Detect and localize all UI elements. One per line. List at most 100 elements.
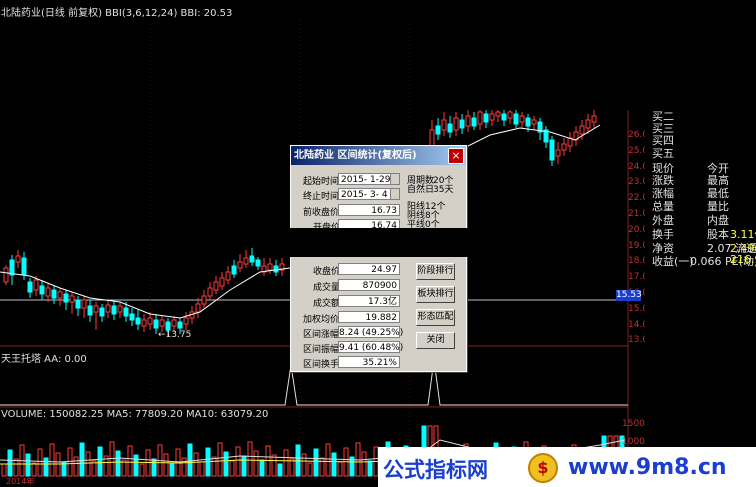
- start-time-input[interactable]: 2015- 1-29: [338, 173, 400, 185]
- volume-bar: [73, 456, 79, 477]
- rise-value: 8.24 (49.25%): [338, 326, 404, 338]
- end-time-input[interactable]: 2015- 3- 4: [338, 188, 400, 200]
- candle-body: [159, 319, 165, 327]
- interval-stats-dialog: 北陆药业 区间统计(复权后) × 起始时间 2015- 1-29 周期数 20个…: [290, 145, 467, 372]
- amplitude-label: 区间振幅: [303, 345, 340, 355]
- candle-body: [117, 305, 123, 313]
- candle-body: [69, 295, 75, 303]
- volume-bar: [43, 457, 49, 477]
- candle-body: [177, 321, 183, 329]
- coin-icon: $: [528, 453, 558, 483]
- volume-bar: [181, 457, 187, 477]
- candle-body: [531, 119, 537, 125]
- candle-body: [549, 139, 555, 161]
- end-time-spinner-icon[interactable]: [390, 189, 399, 199]
- volume-bar: [127, 445, 133, 477]
- volume-title: VOLUME: 150082.25 MA5: 77809.20 MA10: 63…: [1, 409, 269, 420]
- natural-days-value: 35天: [433, 185, 454, 195]
- stage-sort-button[interactable]: 阶段排行: [416, 263, 455, 280]
- watermark-banner: 公式指标网 $ www.9m8.cn: [378, 447, 756, 487]
- chart-title: 北陆药业(日线 前复权) BBI(3,6,12,24) BBI: 20.53: [1, 8, 233, 19]
- candle-body: [51, 289, 57, 299]
- wavg-label: 加权均价: [303, 315, 340, 325]
- start-time-value: 2015- 1-29: [341, 175, 391, 185]
- volume-bar: [247, 441, 253, 477]
- volume-bar: [313, 448, 319, 477]
- candle-body: [9, 259, 15, 276]
- candle-body: [195, 303, 201, 313]
- candle-body: [63, 293, 69, 303]
- candle-body: [561, 143, 567, 151]
- volume-bar: [217, 442, 223, 477]
- close-label: 收盘价: [313, 267, 341, 277]
- dialog-close-button[interactable]: 关闭: [416, 332, 455, 349]
- candle-body: [225, 271, 231, 281]
- volume-bar: [235, 446, 241, 477]
- end-time-label: 终止时间: [303, 192, 340, 202]
- candle-body: [57, 291, 63, 299]
- volume-bar: [223, 451, 229, 477]
- candle-body: [555, 149, 561, 157]
- amplitude-value: 9.41 (60.48%): [338, 341, 404, 353]
- volume-bar: [301, 453, 307, 477]
- volume-bar: [319, 457, 325, 477]
- volume-bar: [7, 449, 13, 477]
- volume-bar: [259, 459, 265, 477]
- candle-body: [33, 279, 39, 291]
- candle-body: [87, 305, 93, 316]
- volume-bar: [307, 462, 313, 477]
- volume-bar: [211, 456, 217, 477]
- candle-body: [141, 319, 147, 327]
- volume-bar: [367, 460, 373, 477]
- candle-body: [525, 117, 531, 127]
- candle-body: [27, 281, 33, 293]
- watermark-text: 公式指标网: [383, 458, 488, 482]
- dialog-title: 北陆药业 区间统计(复权后): [291, 146, 466, 165]
- candle-body: [135, 317, 141, 325]
- candle-body: [483, 113, 489, 123]
- sector-sort-button[interactable]: 板块排行: [416, 286, 455, 303]
- candle-body: [255, 259, 261, 267]
- volume-bar: [193, 452, 199, 477]
- candle-body: [459, 119, 465, 129]
- volume-bar: [331, 452, 337, 477]
- pattern-match-button[interactable]: 形态匹配: [416, 309, 455, 326]
- candle-body: [585, 119, 591, 129]
- amount-label: 成交额: [313, 299, 341, 309]
- candle-body: [273, 265, 279, 273]
- candle-body: [441, 119, 447, 131]
- candle-body: [471, 117, 477, 127]
- current-price-badge: 15.53: [616, 290, 642, 301]
- candle-body: [15, 255, 21, 263]
- start-time-label: 起始时间: [303, 177, 340, 187]
- volume-bar: [169, 462, 175, 477]
- volume-bar: [67, 447, 73, 477]
- candle-body: [231, 265, 237, 275]
- indicator-title: 天王托塔 AA: 0.00: [1, 354, 87, 365]
- volume-bar: [187, 443, 193, 477]
- candle-body: [207, 287, 213, 297]
- volume-bar: [97, 446, 103, 477]
- dialog-close-icon[interactable]: ×: [448, 148, 464, 164]
- volume-bar: [265, 445, 271, 477]
- volume-bar: [49, 443, 55, 477]
- volume-bar: [145, 449, 151, 477]
- quote-value: 216.9: [730, 253, 756, 266]
- rise-label: 区间涨幅: [303, 330, 340, 340]
- start-time-spinner-icon[interactable]: [390, 174, 399, 184]
- low-price-annotation: ←13.75: [158, 330, 192, 340]
- candle-body: [93, 305, 99, 313]
- candle-body: [171, 319, 177, 327]
- candle-body: [213, 281, 219, 291]
- candle-body: [99, 307, 105, 317]
- end-time-value: 2015- 3- 4: [341, 190, 388, 200]
- candle-body: [507, 111, 513, 119]
- volume-bar: [139, 463, 145, 477]
- candle-body: [183, 317, 189, 325]
- candle-body: [489, 113, 495, 121]
- turnover-label: 区间换手: [303, 360, 340, 370]
- volume-bar: [13, 458, 19, 477]
- volume-bar: [1, 463, 7, 477]
- volume-bar: [337, 461, 343, 477]
- watermark-url: www.9m8.cn: [568, 455, 727, 480]
